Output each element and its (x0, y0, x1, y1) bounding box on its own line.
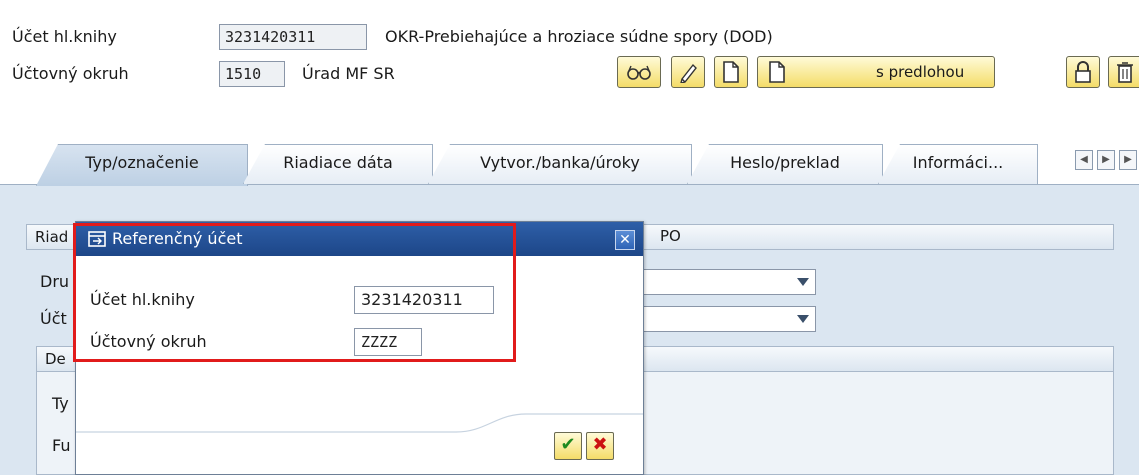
tab-type-description[interactable]: Typ/označenie (36, 144, 248, 186)
checkmark-icon: ✔ (560, 434, 576, 455)
dialog-close-button[interactable]: ✕ (615, 230, 635, 250)
group-header-1-text: Riad (35, 228, 69, 246)
chart-of-accounts-label: Účtovný okruh (12, 64, 129, 83)
create-with-template-label: s predlohou (876, 63, 965, 81)
chart-of-accounts-description: Úrad MF SR (302, 64, 395, 83)
confirm-button[interactable]: ✔ (554, 432, 582, 460)
glasses-icon (627, 65, 651, 80)
dropdown-arrow-icon (797, 315, 809, 323)
display-change-button[interactable] (617, 56, 661, 88)
gl-account-field[interactable]: 3231420311 (219, 24, 367, 50)
row4-label: Fu (52, 436, 71, 455)
group-header-1-right-text: PO (660, 227, 681, 245)
row2-combobox[interactable] (640, 306, 816, 332)
tab-scroll-left-button[interactable]: ◀ (1075, 150, 1093, 170)
cancel-button[interactable]: ✖ (586, 432, 614, 460)
delete-button[interactable] (1108, 56, 1139, 88)
row3-label: Ty (52, 394, 69, 413)
dialog-chart-of-accounts-label: Účtovný okruh (90, 332, 207, 351)
dropdown-arrow-icon (797, 278, 809, 286)
chart-of-accounts-field[interactable]: 1510 (219, 61, 285, 87)
dialog-chart-of-accounts-input[interactable]: ZZZZ (354, 328, 422, 356)
lock-button[interactable] (1066, 56, 1100, 88)
dialog-gl-account-input[interactable]: 3231420311 (354, 286, 494, 314)
tab-scroll-right-button[interactable]: ▶ (1097, 150, 1115, 170)
dialog-title-bar[interactable]: Referenčný účet ✕ (76, 222, 643, 256)
row1-combobox[interactable] (640, 269, 816, 295)
create-button[interactable] (714, 56, 748, 88)
trash-icon (1117, 62, 1133, 83)
dialog-gl-account-label: Účet hl.knihy (90, 290, 195, 309)
cancel-x-icon: ✖ (592, 434, 608, 455)
tab-list-button[interactable]: ▶ (1119, 150, 1137, 170)
create-with-template-button[interactable]: s predlohou (757, 56, 995, 88)
gl-account-label: Účet hl.knihy (12, 27, 117, 46)
pencil-icon (680, 63, 697, 83)
new-document-icon (723, 61, 739, 83)
tab-keyword-translation[interactable]: Heslo/preklad (687, 144, 883, 184)
window-icon (88, 231, 106, 247)
tab-create-bank-interest[interactable]: Vytvor./banka/úroky (428, 144, 692, 184)
group-header-2-text: De (45, 350, 66, 368)
tab-control-data[interactable]: Riadiace dáta (243, 144, 433, 184)
gl-account-description: OKR-Prebiehajúce a hroziace súdne spory … (385, 27, 773, 46)
reference-account-dialog: Referenčný účet ✕ Účet hl.knihy 32314203… (75, 221, 644, 475)
row2-label: Účt (40, 309, 67, 328)
edit-button[interactable] (671, 56, 705, 88)
lock-icon (1075, 61, 1091, 83)
row1-label: Dru (40, 272, 70, 291)
close-icon: ✕ (619, 232, 631, 248)
tab-information[interactable]: Informáci... (878, 144, 1038, 184)
dialog-title: Referenčný účet (112, 229, 243, 248)
new-document-icon (769, 61, 785, 83)
